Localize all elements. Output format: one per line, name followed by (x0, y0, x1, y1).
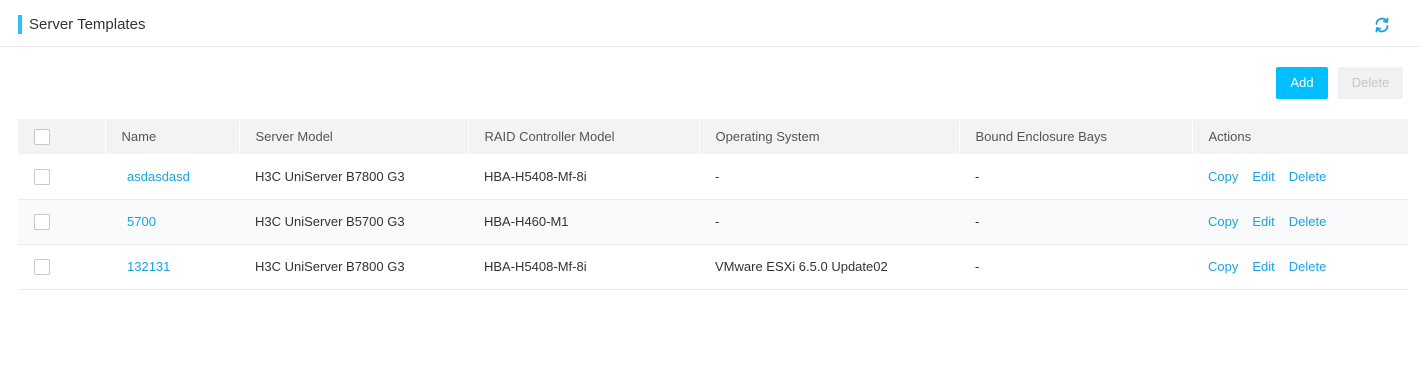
bays-cell: - (975, 168, 980, 184)
template-name-link[interactable]: asdasdasd (121, 169, 190, 184)
raid-cell: HBA-H5408-Mf-8i (484, 168, 587, 184)
os-cell: VMware ESXi 6.5.0 Update02 (715, 259, 888, 274)
delete-link[interactable]: Delete (1289, 169, 1327, 184)
edit-link[interactable]: Edit (1252, 214, 1274, 229)
delete-link[interactable]: Delete (1289, 214, 1327, 229)
title-accent-bar (18, 15, 22, 34)
select-all-checkbox[interactable] (34, 128, 50, 145)
delete-link[interactable]: Delete (1289, 259, 1327, 274)
bays-cell: - (975, 259, 980, 274)
column-header-raid-controller[interactable]: RAID Controller Model (467, 119, 699, 154)
table-row: 132131 H3C UniServer B7800 G3 HBA-H5408-… (18, 244, 1408, 289)
actions-cell: Copy Edit Delete (1192, 199, 1408, 244)
column-header-bound-bays[interactable]: Bound Enclosure Bays (958, 119, 1192, 154)
select-all-cell (18, 119, 105, 154)
edit-link[interactable]: Edit (1252, 169, 1274, 184)
server-templates-table: Name Server Model RAID Controller Model … (18, 119, 1408, 290)
page-header: Server Templates (0, 0, 1421, 47)
page-title: Server Templates (29, 16, 146, 33)
column-header-operating-system[interactable]: Operating System (698, 119, 959, 154)
template-name-link[interactable]: 5700 (121, 214, 156, 229)
actions-cell: Copy Edit Delete (1192, 154, 1408, 199)
actions-cell: Copy Edit Delete (1192, 244, 1408, 289)
os-cell: - (715, 168, 720, 184)
column-header-actions: Actions (1191, 119, 1408, 154)
table-row: asdasdasd H3C UniServer B7800 G3 HBA-H54… (18, 154, 1408, 199)
row-checkbox[interactable] (34, 168, 50, 185)
table-row: 5700 H3C UniServer B5700 G3 HBA-H460-M1 … (18, 199, 1408, 244)
row-checkbox[interactable] (34, 213, 50, 230)
edit-link[interactable]: Edit (1252, 259, 1274, 274)
bays-cell: - (975, 214, 980, 229)
column-header-server-model[interactable]: Server Model (238, 119, 468, 154)
copy-link[interactable]: Copy (1208, 259, 1238, 274)
template-name-link[interactable]: 132131 (121, 259, 170, 274)
column-header-name[interactable]: Name (104, 119, 239, 154)
raid-cell: HBA-H5408-Mf-8i (484, 259, 587, 274)
copy-link[interactable]: Copy (1208, 214, 1238, 229)
server-model-cell: H3C UniServer B7800 G3 (255, 168, 405, 184)
row-checkbox[interactable] (34, 258, 50, 275)
table-header-row: Name Server Model RAID Controller Model … (18, 119, 1408, 154)
add-button[interactable]: Add (1276, 67, 1328, 99)
delete-button[interactable]: Delete (1338, 67, 1403, 99)
os-cell: - (715, 214, 720, 229)
server-model-cell: H3C UniServer B5700 G3 (255, 214, 405, 229)
refresh-icon[interactable] (1372, 15, 1392, 35)
copy-link[interactable]: Copy (1208, 169, 1238, 184)
raid-cell: HBA-H460-M1 (484, 214, 569, 229)
server-model-cell: H3C UniServer B7800 G3 (255, 259, 405, 274)
